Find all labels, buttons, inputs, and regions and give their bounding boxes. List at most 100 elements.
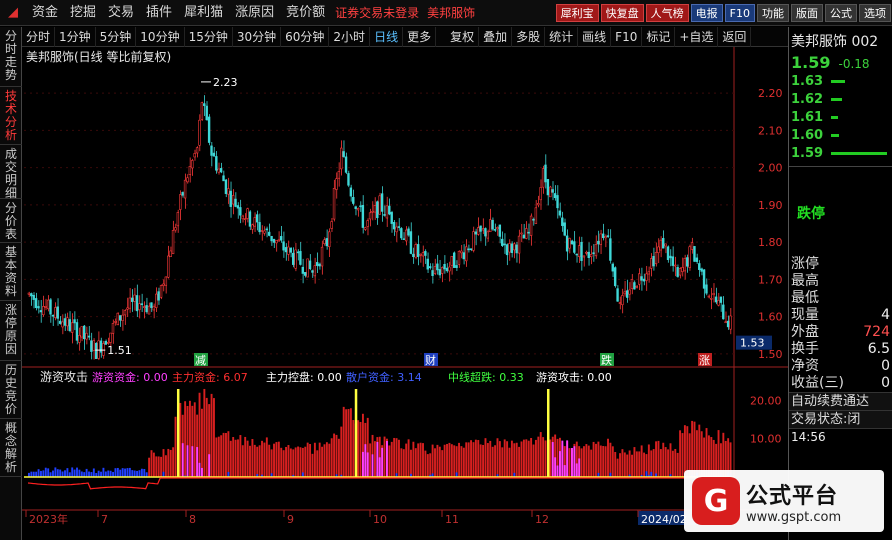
limit-box: 跌停: [789, 166, 892, 256]
main-fund-bar: [611, 446, 614, 477]
period-tab[interactable]: 1分钟: [55, 26, 96, 47]
attack-spike: [354, 389, 358, 477]
candle-body: [114, 321, 117, 323]
menu-item[interactable]: 资金: [26, 0, 64, 26]
top-button[interactable]: F10: [724, 3, 755, 22]
main-fund-bar: [388, 445, 391, 477]
tool-button[interactable]: 叠加: [479, 26, 513, 47]
top-button[interactable]: 功能: [757, 3, 789, 22]
side-tab[interactable]: 历史竞价: [0, 361, 22, 419]
side-tab[interactable]: 涨停原因: [0, 301, 22, 361]
menu-item[interactable]: 插件: [140, 0, 178, 26]
retail-fund-bar: [78, 469, 81, 477]
candle-body: [671, 256, 675, 266]
retail-fund-bar: [109, 470, 112, 477]
period-tab[interactable]: 2小时: [329, 26, 371, 47]
main-fund-bar: [474, 439, 477, 477]
tool-button[interactable]: 返回: [718, 26, 752, 47]
candle-body: [510, 243, 514, 253]
side-tab[interactable]: 分时走势: [0, 27, 22, 87]
main-fund-bar: [520, 441, 523, 477]
candle-body: [570, 240, 574, 245]
main-fund-bar: [347, 409, 350, 477]
side-tab[interactable]: 分价表: [0, 199, 22, 243]
candle-body: [450, 256, 453, 266]
hot-money-bar: [566, 440, 569, 477]
app-logo-icon[interactable]: ◢: [2, 3, 24, 23]
date-tick: 8: [189, 513, 196, 526]
menu-item[interactable]: 交易: [102, 0, 140, 26]
top-button[interactable]: 人气榜: [645, 3, 689, 22]
candle-body: [30, 293, 33, 297]
candle-body: [693, 246, 696, 262]
retail-fund-bar: [114, 468, 117, 477]
main-fund-bar: [441, 450, 444, 477]
main-fund-bar: [691, 420, 694, 477]
period-tab[interactable]: 更多: [403, 26, 437, 47]
menu-item[interactable]: 犀利猫: [178, 0, 229, 26]
stat-value: 724: [863, 324, 890, 340]
candle-body: [650, 258, 653, 269]
menu-item[interactable]: 挖掘: [64, 0, 102, 26]
candle-body: [265, 228, 268, 231]
hot-money-bar: [551, 442, 554, 477]
candle-body: [267, 231, 271, 236]
tool-button[interactable]: 标记: [642, 26, 676, 47]
main-fund-bar: [679, 430, 682, 477]
menubar-stock-name: 美邦服饰: [427, 6, 476, 20]
main-fund-bar: [265, 437, 268, 477]
main-fund-bar: [640, 445, 643, 477]
menu-item[interactable]: 涨原因: [229, 0, 280, 26]
period-tab[interactable]: 日线: [370, 26, 404, 47]
date-tick: 2023年: [29, 512, 68, 526]
tool-button[interactable]: F10: [611, 26, 643, 47]
tool-button[interactable]: 复权: [446, 26, 480, 47]
top-button[interactable]: 版面: [791, 3, 823, 22]
retail-fund-bar: [116, 467, 119, 477]
side-tab[interactable]: 基本资料: [0, 243, 22, 301]
side-tab[interactable]: 技术分析: [0, 87, 22, 145]
candle-body: [328, 231, 331, 248]
main-fund-bar: [542, 437, 545, 477]
event-marker: 减: [195, 354, 206, 367]
auto-renew-notice[interactable]: 自动续费通达: [789, 392, 892, 410]
candle-body: [323, 239, 326, 245]
period-tab[interactable]: 5分钟: [96, 26, 137, 47]
tool-button[interactable]: 多股: [512, 26, 546, 47]
candle-body: [126, 307, 129, 310]
candle-body: [544, 164, 547, 183]
period-tab[interactable]: 30分钟: [233, 26, 282, 47]
candle-body: [195, 147, 199, 154]
period-tab[interactable]: 15分钟: [185, 26, 233, 47]
kline-chart[interactable]: 美邦服饰(日线 等比前复权) 2.23 1.51 2.20 2.10 2.00 1.90…: [22, 47, 788, 540]
price-tick: 1.80: [758, 236, 783, 249]
tool-button[interactable]: 画线: [578, 26, 612, 47]
candle-body: [263, 230, 266, 234]
main-fund-bar: [244, 436, 247, 477]
tool-button[interactable]: +自选: [675, 26, 719, 47]
period-tab[interactable]: 10分钟: [136, 26, 185, 47]
top-button[interactable]: 电报: [690, 3, 723, 22]
top-button[interactable]: 选项: [859, 3, 891, 22]
main-fund-bar: [263, 442, 266, 477]
main-fund-bar: [184, 401, 187, 477]
candle-body: [85, 332, 88, 340]
top-button[interactable]: 快复盘: [600, 3, 644, 22]
candle-body: [491, 219, 494, 230]
period-tab[interactable]: 60分钟: [281, 26, 330, 47]
hot-money-bar: [196, 447, 199, 477]
menu-item[interactable]: 竞价额: [280, 0, 331, 26]
login-warning[interactable]: 证券交易未登录: [331, 4, 423, 21]
top-button[interactable]: 犀利宝: [555, 3, 599, 22]
candle-body: [227, 188, 230, 195]
candle-body: [568, 238, 571, 249]
main-fund-bar: [659, 449, 662, 477]
period-tab[interactable]: 分时: [22, 26, 56, 47]
main-fund-bar: [539, 432, 542, 477]
top-button[interactable]: 公式: [825, 3, 857, 22]
side-tab[interactable]: 成交明细: [0, 145, 22, 200]
main-fund-bar: [152, 452, 155, 477]
tool-button[interactable]: 统计: [545, 26, 579, 47]
watermark-title: 公式平台: [746, 483, 839, 509]
side-tab[interactable]: 概念解析: [0, 419, 22, 477]
